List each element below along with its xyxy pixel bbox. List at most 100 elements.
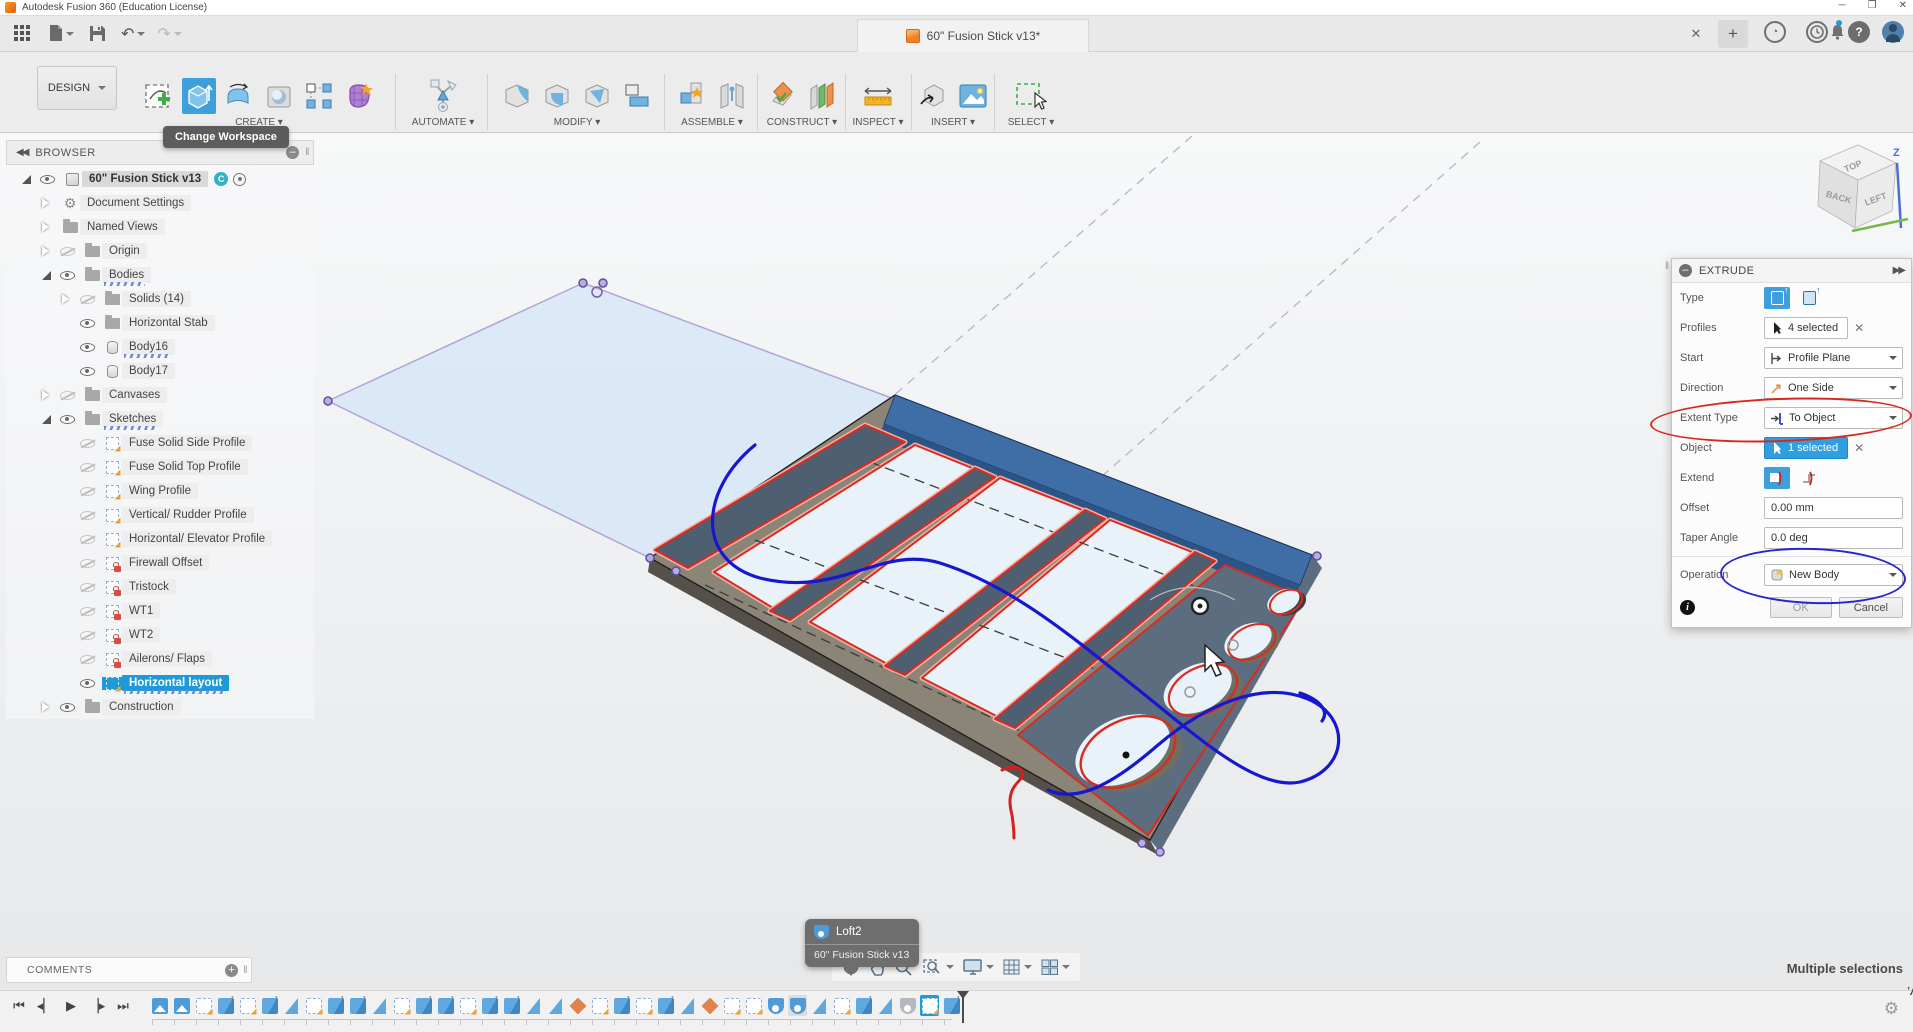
timeline-feature[interactable] bbox=[436, 995, 455, 1016]
timeline-playhead[interactable] bbox=[962, 993, 964, 1023]
disclosure-triangle-icon[interactable] bbox=[42, 390, 60, 400]
timeline-feature[interactable] bbox=[414, 995, 433, 1016]
browser-tree-item[interactable]: Fuse Solid Top Profile C bbox=[6, 455, 314, 479]
browser-tree-item[interactable]: Ailerons/ Flaps C bbox=[6, 647, 314, 671]
visibility-eye-icon[interactable] bbox=[80, 319, 102, 328]
visibility-eye-icon[interactable] bbox=[40, 175, 62, 184]
browser-tree-item[interactable]: Horizontal Stab C bbox=[6, 311, 314, 335]
visibility-eye-icon[interactable] bbox=[80, 631, 102, 640]
timeline-feature[interactable] bbox=[282, 995, 301, 1016]
display-settings-icon[interactable] bbox=[963, 959, 994, 976]
timeline-settings-gear-icon[interactable]: ⚙ bbox=[1884, 999, 1899, 1019]
browser-tree-item[interactable]: Body17 C bbox=[6, 359, 314, 383]
direction-dropdown[interactable]: One Side bbox=[1764, 377, 1903, 399]
help-icon[interactable]: ? bbox=[1848, 21, 1870, 43]
visibility-eye-icon[interactable] bbox=[60, 703, 82, 712]
tree-item-label[interactable]: Construction bbox=[102, 699, 181, 715]
browser-tree-item[interactable]: Tristock C bbox=[6, 575, 314, 599]
visibility-eye-icon[interactable] bbox=[80, 343, 102, 352]
tree-item-label[interactable]: Fuse Solid Top Profile bbox=[122, 459, 248, 475]
cancel-button[interactable]: Cancel bbox=[1839, 597, 1903, 618]
browser-tree-item[interactable]: Bodies C bbox=[6, 263, 314, 287]
canvas-tool-icon[interactable] bbox=[956, 78, 990, 114]
tree-item-label[interactable]: Document Settings bbox=[80, 195, 191, 211]
collapse-panel-icon[interactable]: ◀◀ bbox=[16, 147, 27, 158]
browser-tree-item[interactable]: WT2 C bbox=[6, 623, 314, 647]
timeline-feature[interactable] bbox=[568, 995, 587, 1016]
timeline-feature[interactable] bbox=[898, 995, 917, 1016]
browser-tree-item[interactable]: WT1 C bbox=[6, 599, 314, 623]
visibility-eye-icon[interactable] bbox=[80, 463, 102, 472]
visibility-eye-icon[interactable] bbox=[60, 271, 82, 280]
browser-minimize-icon[interactable]: – bbox=[286, 146, 299, 159]
operation-dropdown[interactable]: New Body bbox=[1764, 564, 1903, 586]
insert-group-label[interactable]: INSERT ▾ bbox=[915, 117, 991, 128]
tree-item-label[interactable]: Vertical/ Rudder Profile bbox=[122, 507, 254, 523]
job-status-icon[interactable] bbox=[1806, 21, 1828, 43]
tree-item-label[interactable]: Named Views bbox=[80, 219, 165, 235]
extent-type-dropdown[interactable]: To Object bbox=[1764, 407, 1903, 429]
timeline-feature[interactable] bbox=[700, 995, 719, 1016]
timeline-feature[interactable] bbox=[304, 995, 323, 1016]
ribbon-tab[interactable] bbox=[298, 55, 306, 59]
modify-group-label[interactable]: MODIFY ▾ bbox=[493, 117, 661, 128]
extend-faces-button[interactable] bbox=[1764, 467, 1790, 489]
browser-tree-item[interactable]: Origin C bbox=[6, 239, 314, 263]
close-document-tab-button[interactable]: ✕ bbox=[1684, 22, 1708, 46]
offset-face-tool-icon[interactable] bbox=[620, 78, 654, 114]
extrude-dialog-header[interactable]: – EXTRUDE ▶▶ bbox=[1672, 259, 1911, 283]
timeline-feature[interactable] bbox=[810, 995, 829, 1016]
browser-tree-item[interactable]: Horizontal/ Elevator Profile C bbox=[6, 527, 314, 551]
visibility-eye-icon[interactable] bbox=[80, 679, 102, 688]
visibility-eye-icon[interactable] bbox=[80, 655, 102, 664]
browser-tree-item[interactable]: Solids (14) C bbox=[6, 287, 314, 311]
browser-tree-item[interactable]: 60" Fusion Stick v13 C bbox=[6, 167, 314, 191]
timeline-feature[interactable] bbox=[656, 995, 675, 1016]
timeline-feature[interactable] bbox=[150, 995, 169, 1016]
add-comment-icon[interactable]: + bbox=[225, 964, 238, 977]
timeline-feature[interactable] bbox=[260, 995, 279, 1016]
timeline-feature[interactable] bbox=[502, 995, 521, 1016]
visibility-eye-icon[interactable] bbox=[80, 487, 102, 496]
timeline-feature[interactable] bbox=[612, 995, 631, 1016]
construction-plane-tool-icon[interactable] bbox=[765, 78, 799, 114]
disclosure-triangle-icon[interactable] bbox=[22, 175, 40, 184]
timeline-feature[interactable] bbox=[194, 995, 213, 1016]
tree-item-label[interactable]: Canvases bbox=[102, 387, 167, 403]
activate-component-radio[interactable] bbox=[233, 173, 246, 186]
ribbon-tab[interactable] bbox=[214, 55, 222, 59]
browser-tree-item[interactable]: Fuse Solid Side Profile C bbox=[6, 431, 314, 455]
disclosure-triangle-icon[interactable] bbox=[42, 246, 60, 256]
visibility-eye-icon[interactable] bbox=[60, 391, 82, 400]
tree-item-label[interactable]: Fuse Solid Side Profile bbox=[122, 435, 252, 451]
fillet-tool-icon[interactable] bbox=[540, 78, 574, 114]
start-dropdown[interactable]: Profile Plane bbox=[1764, 347, 1903, 369]
press-pull-tool-icon[interactable] bbox=[500, 78, 534, 114]
tree-item-label[interactable]: Ailerons/ Flaps bbox=[122, 651, 212, 667]
timeline-feature[interactable] bbox=[766, 995, 785, 1016]
timeline-feature[interactable] bbox=[634, 995, 653, 1016]
browser-tree-item[interactable]: Canvases C bbox=[6, 383, 314, 407]
dialog-grip[interactable]: ‖ bbox=[1665, 261, 1669, 272]
timeline-feature[interactable] bbox=[920, 995, 939, 1016]
tree-item-label[interactable]: Tristock bbox=[122, 579, 176, 595]
disclosure-triangle-icon[interactable] bbox=[42, 222, 60, 232]
midplane-tool-icon[interactable] bbox=[805, 78, 839, 114]
timeline-feature[interactable] bbox=[744, 995, 763, 1016]
visibility-eye-icon[interactable] bbox=[80, 583, 102, 592]
browser-tree-item[interactable]: Firewall Offset C bbox=[6, 551, 314, 575]
new-document-tab-button[interactable]: + bbox=[1718, 20, 1748, 48]
extensions-icon[interactable]: ◔ bbox=[1764, 21, 1786, 43]
inspect-group-label[interactable]: INSPECT ▾ bbox=[848, 117, 908, 128]
construct-group-label[interactable]: CONSTRUCT ▾ bbox=[762, 117, 842, 128]
file-menu-button[interactable] bbox=[49, 25, 74, 42]
timeline-feature[interactable] bbox=[876, 995, 895, 1016]
new-component-tool-icon[interactable] bbox=[675, 78, 709, 114]
object-clear-icon[interactable]: ✕ bbox=[1854, 441, 1864, 455]
browser-tree-item[interactable]: Sketches C bbox=[6, 407, 314, 431]
browser-tree-item[interactable]: Horizontal layout C bbox=[6, 671, 314, 695]
timeline-feature[interactable] bbox=[524, 995, 543, 1016]
visibility-eye-icon[interactable] bbox=[80, 295, 102, 304]
taper-angle-input[interactable]: 0.0 deg bbox=[1764, 527, 1903, 549]
tree-item-label[interactable]: Bodies bbox=[102, 267, 151, 283]
